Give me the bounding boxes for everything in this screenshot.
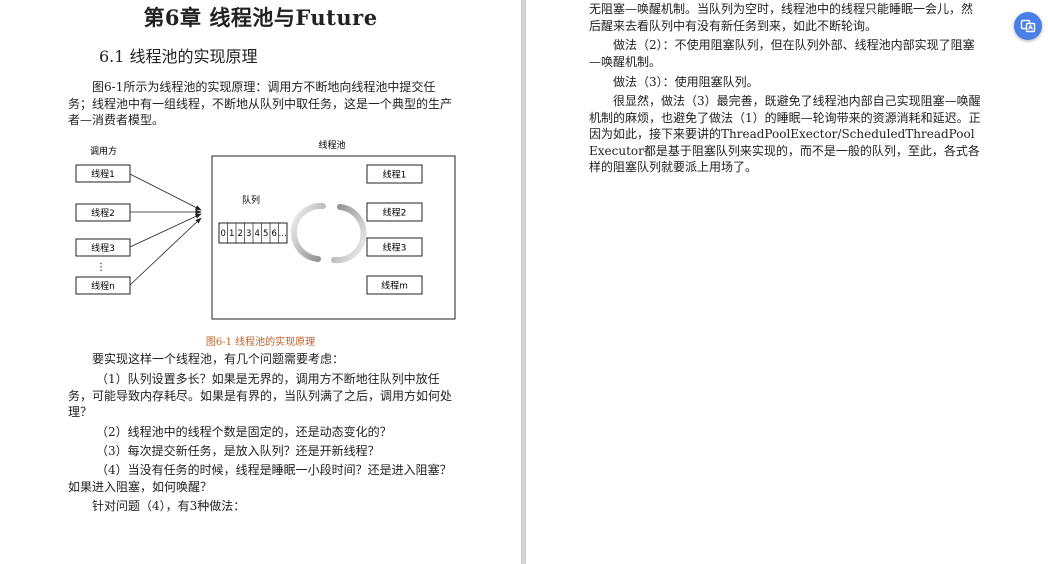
caller-thread-n: 线程n bbox=[75, 276, 131, 295]
question-4: （4）当没有任务的时候，线程是睡眠一小段时间？还是进入阻塞？如果进入阻塞，如何唤… bbox=[68, 463, 452, 494]
approach-2: 做法（2）：不使用阻塞队列，但在队列外部、线程池内部实现了阻塞—唤醒机制。 bbox=[589, 38, 975, 69]
caller-thread-1: 线程1 bbox=[75, 164, 131, 183]
caller-thread-label: 线程1 bbox=[91, 168, 115, 180]
caller-thread-label: 线程3 bbox=[91, 242, 115, 254]
questions-intro: 要实现这样一个线程池，有几个问题需要考虑： bbox=[92, 352, 345, 366]
figure-caption: 图6-1 线程池的实现原理 bbox=[205, 337, 316, 348]
pool-thread-label: 线程1 bbox=[383, 169, 407, 181]
section-title: 6.1 线程池的实现原理 bbox=[99, 47, 258, 66]
question-3: （3）每次提交新任务，是放入队列？还是开新线程？ bbox=[96, 444, 380, 458]
approach-3: 做法（3）：使用阻塞队列。 bbox=[613, 75, 759, 89]
pool-thread-2: 线程2 bbox=[366, 202, 423, 222]
approach-1-continued: 无阻塞—唤醒机制。当队列为空时，线程池中的线程只能睡眠一会儿，然后醒来去看队列中… bbox=[589, 2, 974, 33]
pool-thread-3: 线程3 bbox=[366, 237, 423, 257]
caller-thread-2: 线程2 bbox=[75, 203, 131, 222]
thread-pool-diagram: 调用方 线程1 线程2 线程3 ⋮ 线程n 线程池 队列 0 1 2 3 4 5… bbox=[68, 135, 460, 327]
queue-label: 队列 bbox=[242, 194, 260, 206]
queue-cell: … bbox=[278, 229, 287, 239]
caller-label: 调用方 bbox=[90, 145, 117, 157]
submit-arrows bbox=[129, 173, 202, 286]
queue-cell: 0 bbox=[220, 229, 225, 239]
pool-thread-label: 线程3 bbox=[383, 242, 407, 254]
question-1: （1）队列设置多长？如果是无界的，调用方不断地往队列中放任务，可能导致内存耗尽。… bbox=[68, 372, 453, 419]
question-2: （2）线程池中的线程个数是固定的，还是动态变化的？ bbox=[96, 425, 392, 439]
left-page: 第6章 线程池与Future 6.1 线程池的实现原理 图6-1所示为线程池的实… bbox=[0, 0, 521, 564]
queue-cell: 6 bbox=[271, 229, 276, 239]
caller-thread-label: 线程n bbox=[91, 280, 115, 292]
translate-icon bbox=[1020, 19, 1036, 33]
queue-cell: 2 bbox=[237, 229, 242, 239]
conclusion-paragraph: 很显然，做法（3）最完善，既避免了线程池内部自己实现阻塞—唤醒机制的麻烦，也避免… bbox=[589, 94, 981, 174]
pool-thread-m: 线程m bbox=[366, 275, 423, 295]
vertical-ellipsis: ⋮ bbox=[96, 262, 106, 273]
approach-intro: 针对问题（4），有3种做法： bbox=[92, 499, 246, 513]
pool-thread-label: 线程m bbox=[381, 280, 408, 292]
queue: 0 1 2 3 4 5 6 … bbox=[218, 222, 288, 244]
pool-thread-1: 线程1 bbox=[366, 164, 423, 184]
chapter-title: 第6章 线程池与Future bbox=[143, 5, 378, 30]
translate-button[interactable] bbox=[1014, 12, 1042, 40]
queue-cell: 1 bbox=[229, 229, 234, 239]
caller-thread-label: 线程2 bbox=[91, 207, 115, 219]
queue-cell: 5 bbox=[263, 229, 268, 239]
intro-paragraph: 图6-1所示为线程池的实现原理：调用方不断地向线程池中提交任务；线程池中有一组线… bbox=[68, 80, 453, 127]
queue-cell: 4 bbox=[254, 229, 259, 239]
pool-label: 线程池 bbox=[318, 139, 345, 151]
queue-cell: 3 bbox=[246, 229, 251, 239]
right-page: 无阻塞—唤醒机制。当队列为空时，线程池中的线程只能睡眠一会儿，然后醒来去看队列中… bbox=[526, 0, 1048, 564]
caller-thread-3: 线程3 bbox=[75, 238, 131, 257]
pool-thread-label: 线程2 bbox=[383, 207, 407, 219]
